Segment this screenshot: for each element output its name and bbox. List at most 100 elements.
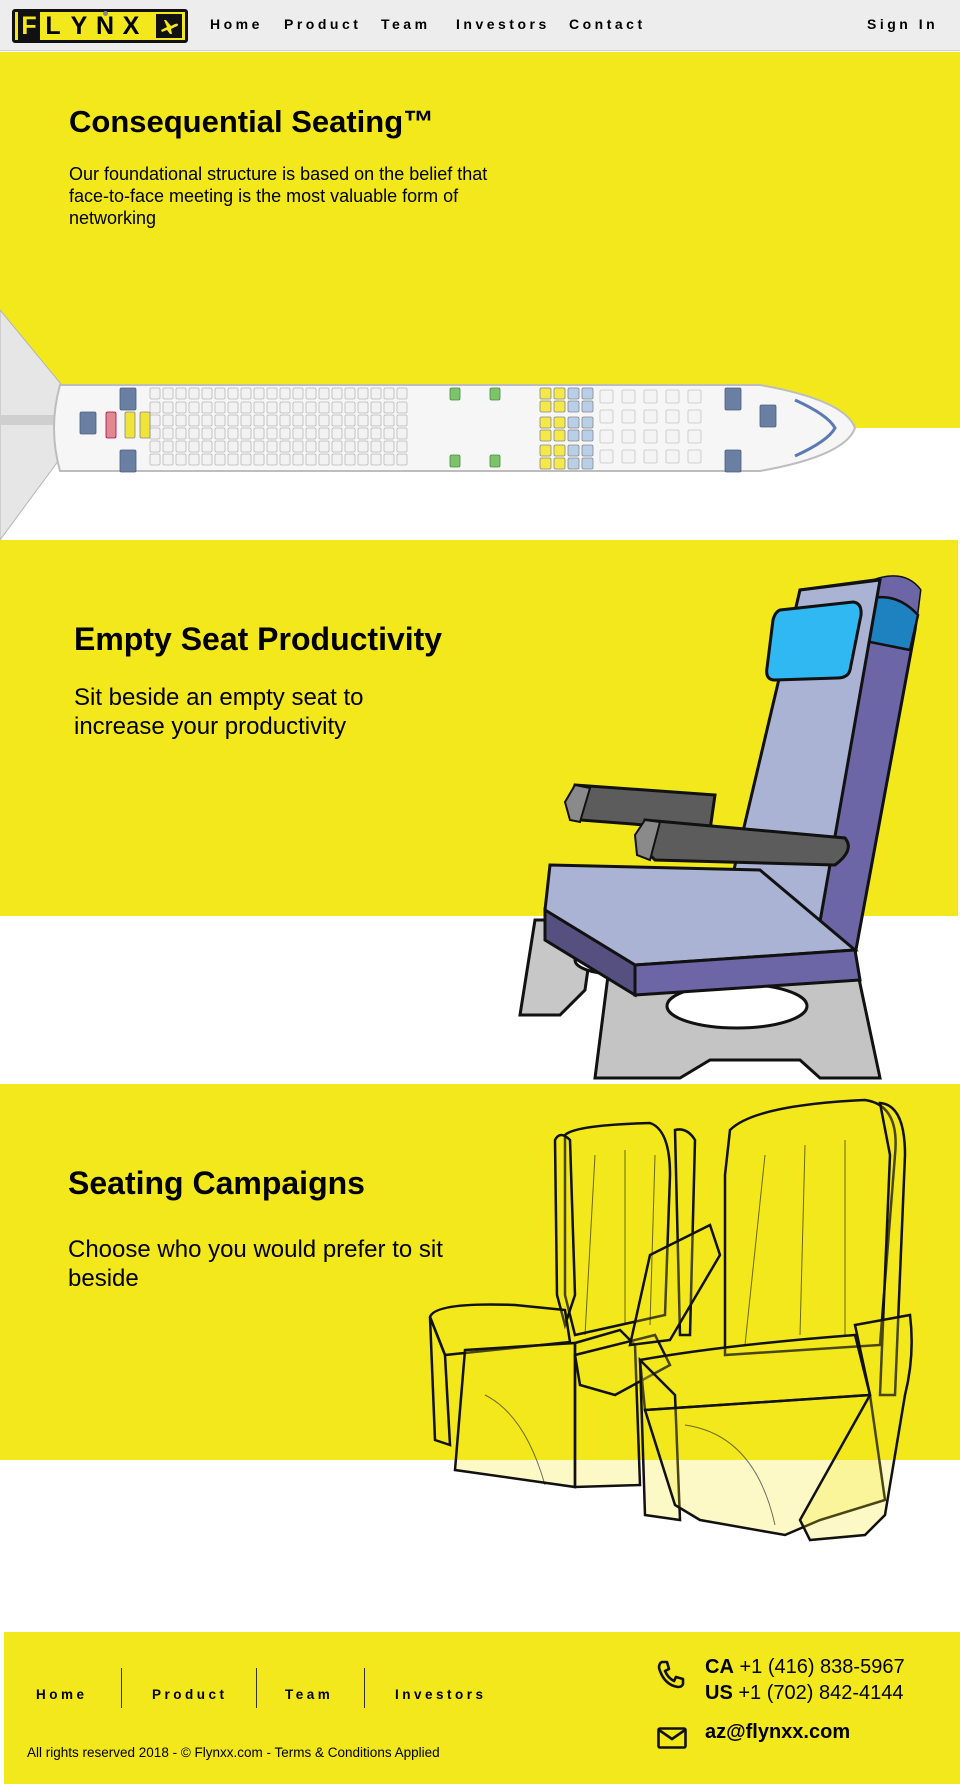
lavatory bbox=[79, 411, 97, 435]
nav-contact[interactable]: Contact bbox=[569, 16, 646, 32]
seat bbox=[581, 416, 594, 429]
seat bbox=[383, 440, 395, 453]
seating-title: Consequential Seating™ bbox=[69, 104, 435, 139]
seat bbox=[266, 453, 278, 466]
seat bbox=[139, 411, 151, 439]
seat bbox=[331, 440, 343, 453]
nav-sign-in[interactable]: Sign In bbox=[867, 16, 938, 32]
seat bbox=[149, 414, 161, 427]
seat bbox=[214, 401, 226, 414]
seat bbox=[253, 414, 265, 427]
seat bbox=[370, 401, 382, 414]
logo-letter-y: Y bbox=[70, 12, 88, 40]
empty-seat-title: Empty Seat Productivity bbox=[74, 621, 443, 657]
seat bbox=[201, 427, 213, 440]
seat bbox=[331, 387, 343, 400]
seat bbox=[149, 387, 161, 400]
seat bbox=[599, 429, 614, 444]
seat bbox=[162, 387, 174, 400]
seat bbox=[266, 440, 278, 453]
phone-ca[interactable]: CA +1 (416) 838-5967 bbox=[705, 1656, 905, 1679]
seat bbox=[567, 444, 580, 457]
nav-product[interactable]: Product bbox=[284, 16, 361, 32]
seat bbox=[643, 449, 658, 464]
phone-ca-number: +1 (416) 838-5967 bbox=[739, 1656, 905, 1678]
footer: Home Product Team Investors CA +1 (416) … bbox=[4, 1632, 960, 1784]
nav-home[interactable]: Home bbox=[210, 16, 263, 32]
seat bbox=[370, 440, 382, 453]
phone-ca-label: CA bbox=[705, 1656, 734, 1678]
seat bbox=[188, 453, 200, 466]
seat bbox=[370, 453, 382, 466]
seat bbox=[279, 453, 291, 466]
seat bbox=[687, 429, 702, 444]
seat bbox=[539, 457, 552, 470]
seat bbox=[292, 453, 304, 466]
seat bbox=[396, 387, 408, 400]
seat bbox=[253, 427, 265, 440]
campaigns-body: Choose who you would prefer to sit besid… bbox=[68, 1236, 443, 1292]
email-link[interactable]: az@flynxx.com bbox=[705, 1721, 850, 1744]
phone-us-label: US bbox=[705, 1682, 733, 1704]
seat bbox=[227, 427, 239, 440]
seat bbox=[553, 387, 566, 400]
seat bbox=[599, 409, 614, 424]
seat bbox=[279, 414, 291, 427]
seat bbox=[292, 427, 304, 440]
seat bbox=[240, 427, 252, 440]
seat bbox=[357, 453, 369, 466]
seat bbox=[292, 414, 304, 427]
seat bbox=[581, 400, 594, 413]
seat bbox=[318, 453, 330, 466]
seat bbox=[665, 389, 680, 404]
seat bbox=[357, 401, 369, 414]
seat bbox=[357, 387, 369, 400]
seat bbox=[553, 400, 566, 413]
lavatory bbox=[724, 449, 742, 473]
seat bbox=[240, 440, 252, 453]
seat bbox=[383, 427, 395, 440]
seat bbox=[253, 453, 265, 466]
seat bbox=[240, 401, 252, 414]
seat bbox=[370, 427, 382, 440]
seat bbox=[449, 387, 461, 401]
seat bbox=[227, 414, 239, 427]
seat bbox=[188, 401, 200, 414]
nav-investors[interactable]: Investors bbox=[456, 16, 550, 32]
footer-link-product[interactable]: Product bbox=[152, 1687, 228, 1702]
seat bbox=[396, 427, 408, 440]
lavatory bbox=[119, 449, 137, 473]
seat bbox=[188, 440, 200, 453]
seat bbox=[318, 440, 330, 453]
seat bbox=[357, 427, 369, 440]
nav-team[interactable]: Team bbox=[381, 16, 431, 32]
seat bbox=[331, 453, 343, 466]
seat bbox=[201, 414, 213, 427]
seat bbox=[383, 453, 395, 466]
seat bbox=[553, 444, 566, 457]
seat bbox=[318, 401, 330, 414]
seat bbox=[357, 414, 369, 427]
seat bbox=[396, 453, 408, 466]
seat bbox=[567, 400, 580, 413]
seat bbox=[292, 401, 304, 414]
logo-dot bbox=[103, 11, 108, 16]
seat bbox=[539, 416, 552, 429]
lavatory bbox=[759, 404, 777, 428]
logo-letter-x: X bbox=[122, 12, 140, 40]
seat bbox=[149, 453, 161, 466]
lavatory bbox=[119, 387, 137, 411]
seat bbox=[539, 400, 552, 413]
footer-link-investors[interactable]: Investors bbox=[395, 1687, 487, 1702]
seat bbox=[214, 427, 226, 440]
footer-link-team[interactable]: Team bbox=[285, 1687, 333, 1702]
phone-us[interactable]: US +1 (702) 842-4144 bbox=[705, 1682, 904, 1705]
airplane-seat-map bbox=[0, 309, 857, 540]
footer-link-home[interactable]: Home bbox=[36, 1687, 88, 1702]
seat bbox=[175, 401, 187, 414]
seat bbox=[581, 387, 594, 400]
seat bbox=[214, 387, 226, 400]
seat bbox=[539, 429, 552, 442]
seat bbox=[581, 457, 594, 470]
flynx-logo[interactable]: F L Y N X bbox=[12, 9, 188, 43]
